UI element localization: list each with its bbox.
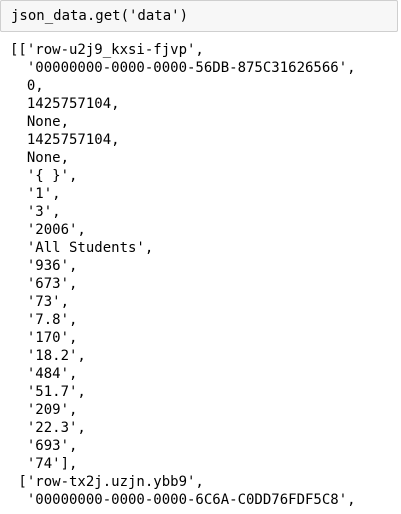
output-line: '74'], [10,456,78,472]
output-line: [['row-u2j9_kxsi-fjvp', [10,42,204,58]
output-line: '673', [10,276,78,292]
output-line: '484', [10,366,78,382]
output-line: '{ }', [10,168,78,184]
output-line: '3', [10,204,61,220]
output-line: '51.7', [10,384,86,400]
output-line: 1425757104, [10,132,120,148]
output-line: '00000000-0000-0000-6C6A-C0DD76FDF5C8', [10,492,356,508]
output-line: None, [10,114,70,130]
input-code[interactable]: json_data.get('data') [11,7,188,25]
output-line: ['row-tx2j.uzjn.ybb9', [10,474,204,490]
output-line: '170', [10,330,78,346]
input-cell[interactable]: json_data.get('data') [0,0,398,32]
output-line: 1425757104, [10,96,120,112]
output-line: 'All Students', [10,240,154,256]
output-line: '2006', [10,222,86,238]
output-line: '1', [10,186,61,202]
output-line: None, [10,150,70,166]
output-line: '693', [10,438,78,454]
output-line: '73', [10,294,70,310]
output-line: '22.3', [10,420,86,436]
output-area: [['row-u2j9_kxsi-fjvp', '00000000-0000-0… [10,41,398,514]
output-line: '936', [10,258,78,274]
output-line: '18.2', [10,348,86,364]
output-line: '00000000-0000-0000-56DB-875C31626566', [10,60,356,76]
output-line: '209', [10,402,78,418]
output-line: 0, [10,78,44,94]
output-line: '7.8', [10,312,78,328]
